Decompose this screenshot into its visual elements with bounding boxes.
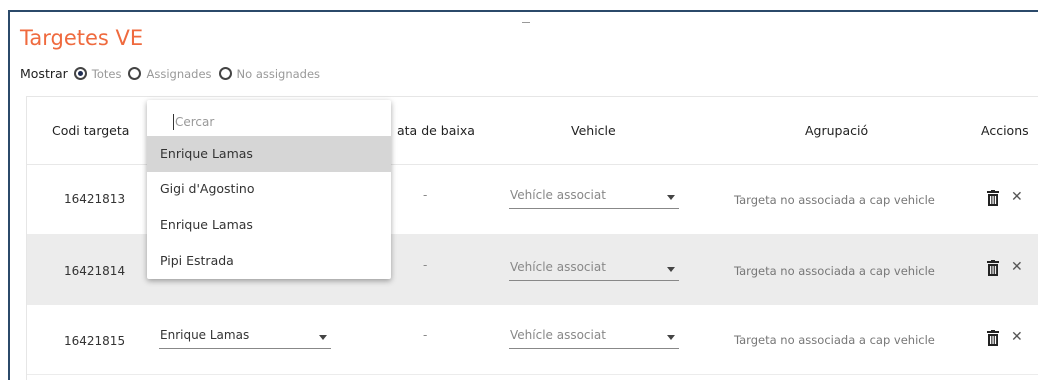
agrupacio-text: Targeta no associada a cap vehicle — [734, 193, 935, 207]
card-code: 16421814 — [64, 264, 126, 278]
page-title: Targetes VE — [20, 26, 144, 50]
header-codi: Codi targeta — [52, 123, 130, 138]
radio-totes[interactable]: Totes — [73, 66, 122, 81]
chevron-down-icon — [667, 195, 675, 200]
user-select-value: Enrique Lamas — [160, 328, 250, 342]
dropdown-search-input[interactable]: Cercar — [161, 114, 377, 132]
chevron-down-icon — [667, 267, 675, 272]
vehicle-select[interactable]: Vehícle associat — [509, 258, 679, 281]
radio-checked-icon — [73, 67, 87, 80]
option-label: Enrique Lamas — [160, 217, 253, 232]
radio-label-no-assignades: No assignades — [236, 66, 321, 81]
dropdown-option[interactable]: Enrique Lamas — [147, 136, 391, 172]
radio-label-totes: Totes — [91, 66, 122, 81]
radio-no-assignades[interactable]: No assignades — [218, 66, 321, 81]
radio-unchecked-icon — [218, 67, 232, 80]
user-dropdown-menu: Cercar Enrique Lamas Gigi d'Agostino Enr… — [147, 100, 391, 279]
vehicle-select-value: Vehícle associat — [510, 328, 606, 342]
close-icon[interactable]: ✕ — [1011, 259, 1023, 275]
radio-unchecked-icon — [128, 67, 142, 80]
header-accions: Accions — [981, 123, 1029, 138]
trash-icon[interactable] — [987, 330, 999, 346]
trash-icon[interactable] — [987, 190, 999, 206]
radio-label-assignades: Assignades — [146, 66, 212, 81]
option-label: Enrique Lamas — [160, 146, 253, 161]
dropdown-option[interactable]: Enrique Lamas — [147, 207, 391, 243]
vehicle-select-value: Vehícle associat — [510, 188, 606, 202]
option-label: Pipi Estrada — [160, 253, 234, 268]
close-icon[interactable]: ✕ — [1011, 329, 1023, 345]
filter-label: Mostrar — [20, 66, 68, 81]
header-data-baixa: ata de baixa — [397, 123, 475, 138]
header-vehicle: Vehicle — [571, 123, 616, 138]
option-label: Gigi d'Agostino — [160, 181, 255, 196]
chevron-down-icon — [319, 335, 327, 340]
top-divider — [522, 22, 530, 23]
dropdown-option[interactable]: Pipi Estrada — [147, 243, 391, 279]
agrupacio-text: Targeta no associada a cap vehicle — [734, 333, 935, 347]
chevron-down-icon — [667, 335, 675, 340]
data-baixa: - — [423, 188, 428, 202]
text-cursor — [173, 114, 174, 130]
vehicle-select[interactable]: Vehícle associat — [509, 326, 679, 349]
close-icon[interactable]: ✕ — [1011, 189, 1023, 205]
radio-assignades[interactable]: Assignades — [128, 66, 212, 81]
vehicle-select-value: Vehícle associat — [510, 260, 606, 274]
card-code: 16421813 — [64, 192, 126, 206]
agrupacio-text: Targeta no associada a cap vehicle — [734, 264, 935, 278]
dropdown-option[interactable]: Gigi d'Agostino — [147, 171, 391, 207]
table-row: 16421815 Enrique Lamas - Vehícle associa… — [27, 304, 1038, 375]
header-agrupacio: Agrupació — [805, 123, 869, 138]
card-code: 16421815 — [64, 334, 126, 348]
data-baixa: - — [423, 258, 428, 272]
trash-icon[interactable] — [987, 260, 999, 276]
user-select[interactable]: Enrique Lamas — [159, 326, 331, 349]
vehicle-select[interactable]: Vehícle associat — [509, 186, 679, 209]
data-baixa: - — [423, 328, 428, 342]
search-placeholder: Cercar — [175, 115, 215, 129]
filter-group: Mostrar Totes Assignades No assignades — [20, 66, 327, 81]
